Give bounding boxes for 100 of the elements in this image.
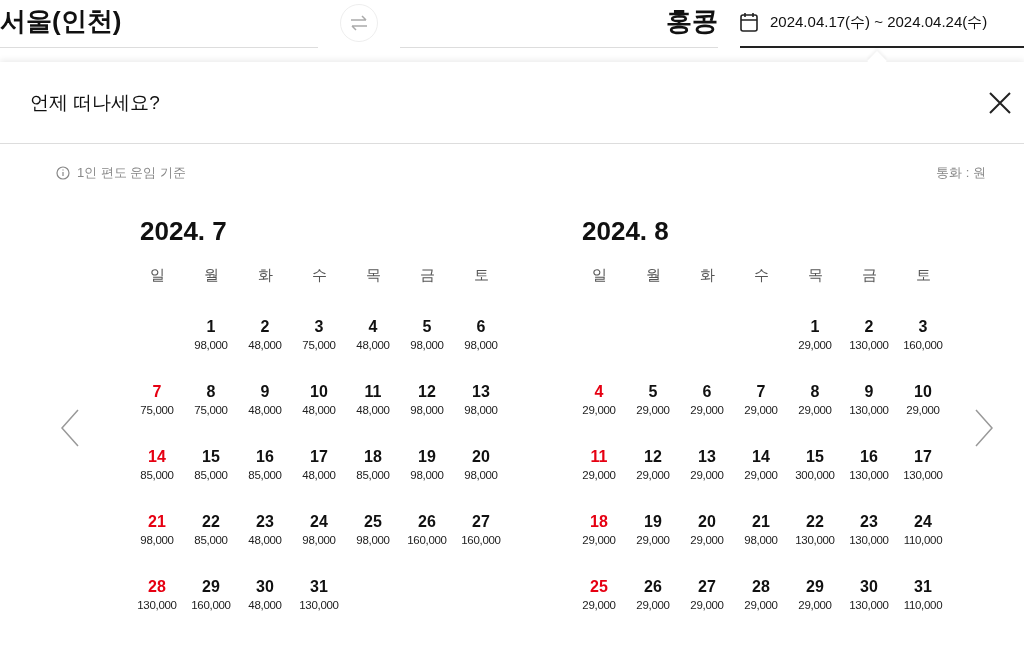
day-number[interactable]: 16 <box>256 445 274 469</box>
day-number[interactable]: 25 <box>590 575 608 599</box>
day-number[interactable]: 6 <box>702 380 712 404</box>
fare-price: 130,000 <box>849 534 889 546</box>
day-number[interactable]: 14 <box>752 445 770 469</box>
day-number[interactable]: 15 <box>202 445 220 469</box>
weekday-label: 수 <box>752 265 770 285</box>
day-number[interactable]: 30 <box>256 575 274 599</box>
day-number[interactable]: 20 <box>698 510 716 534</box>
day-number[interactable]: 6 <box>476 315 486 339</box>
day-number[interactable]: 10 <box>914 380 932 404</box>
day-number[interactable]: 12 <box>418 380 436 404</box>
day-number[interactable]: 17 <box>310 445 328 469</box>
day-number[interactable]: 30 <box>860 575 878 599</box>
day-number[interactable]: 24 <box>310 510 328 534</box>
day-number[interactable]: 15 <box>806 445 824 469</box>
day-number[interactable]: 19 <box>418 445 436 469</box>
day-number[interactable]: 21 <box>752 510 770 534</box>
day-number[interactable]: 3 <box>314 315 324 339</box>
day-number[interactable]: 31 <box>310 575 328 599</box>
day-number[interactable]: 25 <box>364 510 382 534</box>
day-number[interactable]: 26 <box>418 510 436 534</box>
day-number[interactable]: 27 <box>698 575 716 599</box>
day-number[interactable]: 17 <box>914 445 932 469</box>
fare-price: 29,000 <box>744 404 778 416</box>
weekday-label: 수 <box>310 265 328 285</box>
day-number[interactable]: 28 <box>752 575 770 599</box>
fare-price: 160,000 <box>407 534 447 546</box>
destination-field[interactable]: 홍콩 <box>400 0 718 48</box>
day-number[interactable]: 11 <box>590 445 608 469</box>
day-number[interactable]: 18 <box>364 445 382 469</box>
fare-price: 48,000 <box>302 404 336 416</box>
next-month-button[interactable] <box>974 408 994 448</box>
fare-price: 98,000 <box>302 534 336 546</box>
day-number[interactable]: 19 <box>644 510 662 534</box>
origin-field[interactable]: 서울(인천) <box>0 0 318 48</box>
day-number[interactable]: 22 <box>202 510 220 534</box>
currency-note: 통화 : 원 <box>936 164 986 182</box>
day-number[interactable]: 24 <box>914 510 932 534</box>
day-number[interactable]: 26 <box>644 575 662 599</box>
day-number[interactable]: 8 <box>206 380 216 404</box>
day-number[interactable]: 7 <box>756 380 766 404</box>
fare-price: 98,000 <box>410 339 444 351</box>
day-number[interactable]: 31 <box>914 575 932 599</box>
day-number[interactable]: 13 <box>698 445 716 469</box>
day-number[interactable]: 13 <box>472 380 490 404</box>
day-number[interactable]: 5 <box>648 380 658 404</box>
fare-price: 48,000 <box>248 339 282 351</box>
day-number[interactable]: 1 <box>810 315 820 339</box>
fare-price: 29,000 <box>798 339 832 351</box>
day-number[interactable]: 14 <box>148 445 166 469</box>
day-number[interactable]: 28 <box>148 575 166 599</box>
fare-price: 110,000 <box>903 534 943 546</box>
fare-price: 85,000 <box>248 469 282 481</box>
day-number[interactable]: 29 <box>202 575 220 599</box>
close-button[interactable] <box>988 90 1012 115</box>
fare-price: 29,000 <box>690 599 724 611</box>
day-number[interactable]: 12 <box>644 445 662 469</box>
day-number[interactable]: 2 <box>260 315 270 339</box>
day-number[interactable]: 16 <box>860 445 878 469</box>
fare-price: 29,000 <box>636 534 670 546</box>
fare-price: 130,000 <box>849 599 889 611</box>
day-number[interactable]: 23 <box>256 510 274 534</box>
fare-price: 48,000 <box>356 339 390 351</box>
day-number[interactable]: 29 <box>806 575 824 599</box>
fare-price: 160,000 <box>903 339 943 351</box>
previous-month-button[interactable] <box>60 408 80 448</box>
day-number[interactable]: 8 <box>810 380 820 404</box>
swap-button[interactable] <box>340 4 378 42</box>
weekday-label: 목 <box>806 265 824 285</box>
day-number[interactable]: 23 <box>860 510 878 534</box>
day-number[interactable]: 9 <box>864 380 874 404</box>
fare-price: 48,000 <box>248 599 282 611</box>
day-number[interactable]: 10 <box>310 380 328 404</box>
day-number[interactable]: 5 <box>422 315 432 339</box>
day-number[interactable]: 21 <box>148 510 166 534</box>
fare-price: 160,000 <box>191 599 231 611</box>
fare-price: 29,000 <box>690 469 724 481</box>
fare-price: 98,000 <box>464 339 498 351</box>
fare-price: 130,000 <box>137 599 177 611</box>
day-number[interactable]: 4 <box>594 380 604 404</box>
day-number[interactable]: 7 <box>152 380 162 404</box>
day-number[interactable]: 11 <box>364 380 382 404</box>
day-number[interactable]: 20 <box>472 445 490 469</box>
fare-price: 130,000 <box>849 469 889 481</box>
day-number[interactable]: 18 <box>590 510 608 534</box>
day-number[interactable]: 3 <box>918 315 928 339</box>
date-field[interactable]: 2024.04.17(수) ~ 2024.04.24(수) <box>740 0 1024 48</box>
weekday-label: 목 <box>364 265 382 285</box>
fare-price: 29,000 <box>636 599 670 611</box>
day-number[interactable]: 2 <box>864 315 874 339</box>
day-number[interactable]: 1 <box>206 315 216 339</box>
weekday-label: 금 <box>860 265 878 285</box>
date-range: 2024.04.17(수) ~ 2024.04.24(수) <box>770 12 988 32</box>
fare-price: 48,000 <box>248 404 282 416</box>
day-number[interactable]: 9 <box>260 380 270 404</box>
fare-price: 29,000 <box>798 404 832 416</box>
day-number[interactable]: 27 <box>472 510 490 534</box>
day-number[interactable]: 22 <box>806 510 824 534</box>
day-number[interactable]: 4 <box>368 315 378 339</box>
